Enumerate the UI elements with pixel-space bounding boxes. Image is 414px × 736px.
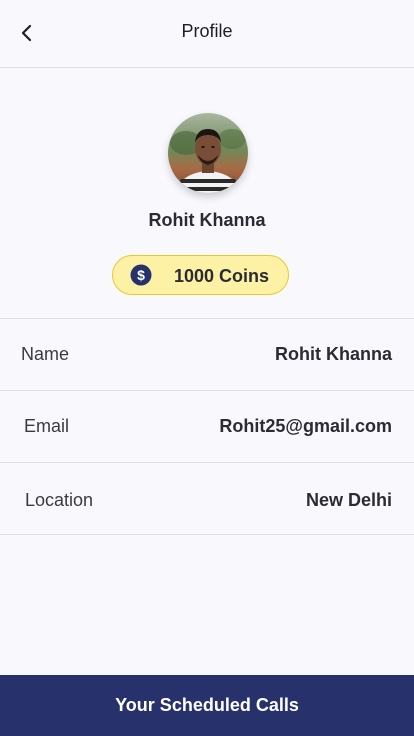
dollar-coin-icon: $ [130,264,152,286]
svg-text:$: $ [137,267,145,283]
page-title: Profile [181,21,233,41]
detail-value: Rohit25@gmail.com [219,416,392,436]
app-header: Profile [0,0,414,68]
detail-row-name: Name Rohit Khanna [0,319,414,391]
detail-label: Location [25,490,94,510]
coins-badge: $ 1000 Coins [112,255,289,295]
profile-name: Rohit Khanna [148,210,266,230]
detail-value: Rohit Khanna [275,344,392,364]
coins-label: 1000 Coins [174,266,270,286]
detail-label: Email [24,416,70,436]
detail-value: New Delhi [305,490,392,510]
detail-row-location: Location New Delhi [0,463,414,535]
detail-row-email: Email Rohit25@gmail.com [0,391,414,463]
avatar [168,113,248,193]
scheduled-calls-button[interactable]: Your Scheduled Calls [0,675,414,736]
divider [0,534,414,535]
detail-label: Name [21,344,70,364]
